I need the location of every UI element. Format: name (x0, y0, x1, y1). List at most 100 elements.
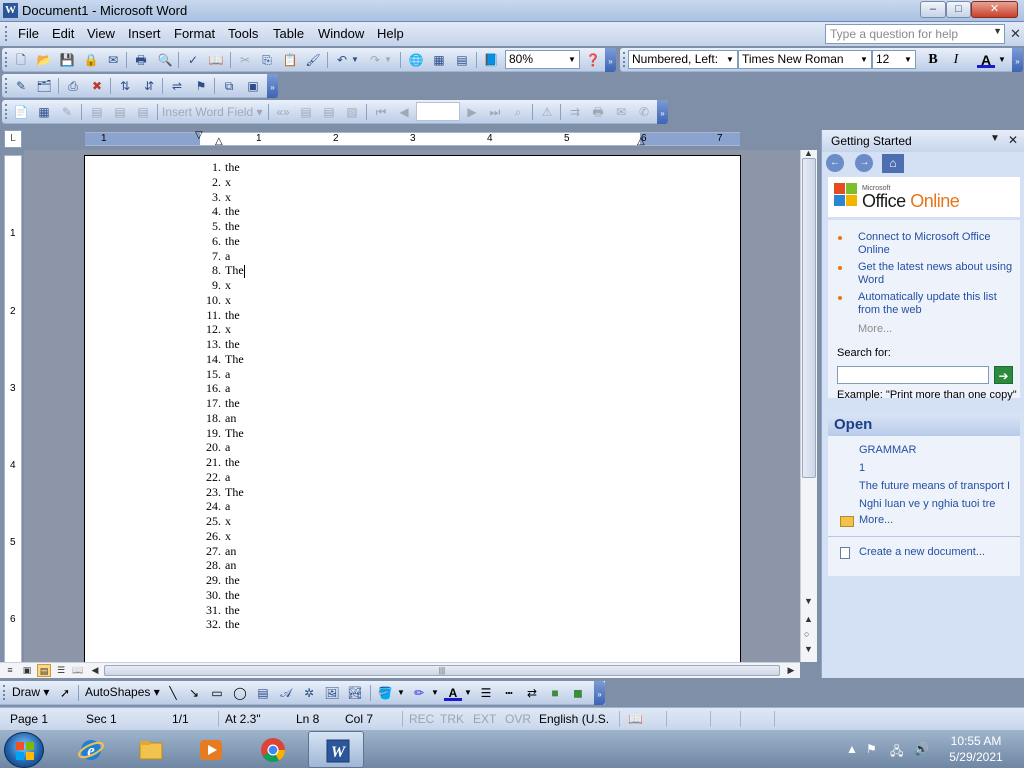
list-item[interactable]: 21. the (197, 455, 245, 470)
merge-to-printer-icon[interactable]: 🖶 (589, 103, 607, 121)
list-text[interactable]: x (225, 514, 231, 528)
print-icon[interactable]: 🖶 (132, 51, 150, 69)
list-text[interactable]: x (225, 175, 231, 189)
font-size-select[interactable]: 12 ▼ (872, 50, 916, 69)
flag-icon[interactable]: ⚑ (866, 742, 877, 756)
edit-icon[interactable]: ✎ (12, 77, 30, 95)
sort-descending-icon[interactable]: ⇵ (140, 77, 158, 95)
check-errors-icon[interactable]: ⚠ (538, 103, 556, 121)
save-icon[interactable]: 💾 (58, 51, 76, 69)
list-item[interactable]: 30. the (197, 588, 245, 603)
toolbar-grip[interactable] (3, 685, 6, 700)
list-item[interactable]: 15. a (197, 367, 245, 382)
toolbar-options-icon[interactable]: » (605, 48, 616, 72)
format-painter-icon[interactable]: 🖌 (304, 51, 322, 69)
vertical-scrollbar[interactable]: ▲ ▼ ▲ ○ ▼ (800, 148, 817, 662)
list-text[interactable]: the (225, 308, 240, 322)
list-item[interactable]: 10. x (197, 293, 245, 308)
line-style-icon[interactable]: ☰ (477, 684, 495, 702)
status-trk[interactable]: TRK (440, 712, 464, 726)
back-icon[interactable]: ← (826, 154, 844, 172)
status-rec[interactable]: REC (409, 712, 434, 726)
list-item[interactable]: 4. the (197, 204, 245, 219)
flag-icon[interactable]: ⚑ (192, 77, 210, 95)
font-color-dropdown-icon[interactable]: ▼ (463, 684, 473, 702)
toolbar-options-icon[interactable]: » (594, 681, 605, 705)
toolbar-grip[interactable] (5, 52, 8, 67)
insert-address-block-icon[interactable]: ▤ (88, 103, 106, 121)
diagram-icon[interactable]: ✲ (300, 684, 318, 702)
draw-menu-button[interactable]: Draw ▾ (12, 685, 49, 699)
list-item[interactable]: 7. a (197, 249, 245, 264)
line-color-dropdown-icon[interactable]: ▼ (430, 684, 440, 702)
document-area[interactable]: 1. the 2. x 3. x 4. the 5. the 6. the 7. a 8. The 9. x 10.… (24, 150, 800, 662)
first-line-indent-icon[interactable]: ▽ (195, 130, 203, 141)
list-text[interactable]: the (225, 603, 240, 617)
list-text[interactable]: an (225, 411, 236, 425)
status-language[interactable]: English (U.S. (539, 712, 609, 726)
open-more-link[interactable]: More... (859, 514, 1017, 526)
list-item[interactable]: 29. the (197, 573, 245, 588)
sort-ascending-icon[interactable]: ⇅ (116, 77, 134, 95)
list-text[interactable]: the (225, 396, 240, 410)
taskbar-media-player[interactable] (182, 731, 238, 768)
list-item[interactable]: 17. the (197, 396, 245, 411)
list-text[interactable]: a (225, 381, 230, 395)
merge-to-fax-icon[interactable]: ✆ (635, 103, 653, 121)
toolbar-options-icon[interactable]: » (1012, 48, 1023, 72)
list-text[interactable]: a (225, 367, 230, 381)
list-text[interactable]: x (225, 293, 231, 307)
undo-icon[interactable]: ↶ (333, 51, 351, 69)
scroll-down-icon[interactable]: ▼ (804, 596, 813, 606)
close-document-icon[interactable]: ✕ (1010, 26, 1021, 42)
list-item[interactable]: 12. x (197, 322, 245, 337)
list-item[interactable]: 6. the (197, 234, 245, 249)
research-icon[interactable]: 📖 (207, 51, 225, 69)
list-item[interactable]: 2. x (197, 175, 245, 190)
list-item[interactable]: 18. an (197, 411, 245, 426)
menu-tools[interactable]: Tools (228, 26, 258, 41)
next-record-icon[interactable]: ▶ (463, 103, 481, 121)
list-text[interactable]: The (225, 352, 244, 366)
network-icon[interactable]: 🖧 (890, 742, 903, 763)
taskbar-word[interactable]: W (308, 731, 364, 768)
taskbar-internet-explorer[interactable]: e (62, 731, 118, 768)
match-fields-icon[interactable]: ▤ (320, 103, 338, 121)
merge-to-email-icon[interactable]: ✉ (612, 103, 630, 121)
forward-icon[interactable]: → (855, 154, 874, 172)
email-icon[interactable]: ✉ (104, 51, 122, 69)
list-item[interactable]: 25. x (197, 514, 245, 529)
list-text[interactable]: the (225, 234, 240, 248)
paste-icon[interactable]: 📋 (281, 51, 299, 69)
view-merged-data-icon[interactable]: «» (274, 103, 292, 121)
scroll-right-icon[interactable]: ▶ (784, 664, 798, 677)
task-pane-title[interactable]: Getting Started (831, 134, 912, 148)
list-text[interactable]: x (225, 529, 231, 543)
italic-button[interactable]: I (947, 51, 965, 69)
select-objects-icon[interactable]: ➚ (56, 684, 74, 702)
scroll-up-icon[interactable]: ▲ (804, 148, 813, 158)
help-icon[interactable]: ❓ (584, 51, 602, 69)
menu-table[interactable]: Table (273, 26, 304, 41)
list-text[interactable]: The (225, 263, 244, 277)
chevron-down-icon[interactable]: ▼ (566, 51, 578, 68)
insert-greeting-icon[interactable]: ▤ (111, 103, 129, 121)
picture-icon[interactable]: 🏞 (346, 684, 364, 702)
list-item[interactable]: 19. The (197, 426, 245, 441)
wordart-icon[interactable]: 𝒜 (277, 684, 295, 702)
status-ext[interactable]: EXT (473, 712, 496, 726)
list-text[interactable]: the (225, 160, 240, 174)
chevron-down-icon[interactable]: ▼ (993, 26, 1002, 36)
copy-icon[interactable]: ⎘ (258, 51, 276, 69)
line-icon[interactable]: ╲ (164, 684, 182, 702)
autoshapes-menu-button[interactable]: AutoShapes ▾ (85, 685, 160, 699)
list-item[interactable]: 8. The (197, 263, 245, 278)
tables-borders-icon[interactable]: ▦ (430, 51, 448, 69)
delete-comment-icon[interactable]: ✖ (88, 77, 106, 95)
list-item[interactable]: 20. a (197, 440, 245, 455)
online-link[interactable]: Automatically update this list from the … (838, 291, 1018, 317)
list-text[interactable]: an (225, 558, 236, 572)
normal-view-icon[interactable]: ≡ (3, 664, 17, 677)
mail-merge-recipients-icon[interactable]: ✎ (58, 103, 76, 121)
office-online-logo[interactable]: Microsoft Office Online (828, 177, 1020, 217)
